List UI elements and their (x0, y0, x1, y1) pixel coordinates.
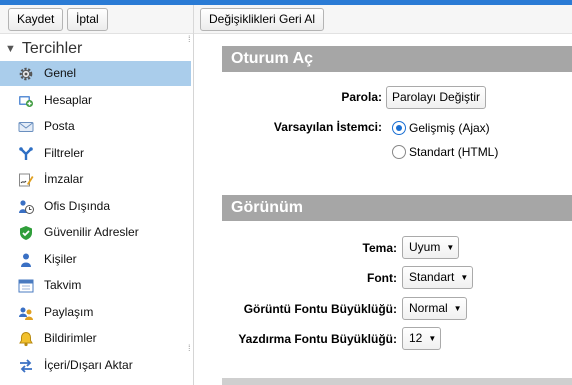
preferences-tree-header[interactable]: ▼ Tercihler (5, 39, 82, 59)
out-of-office-icon (19, 200, 34, 214)
chevron-down-icon: ▼ (428, 334, 437, 343)
preferences-title: Tercihler (21, 40, 83, 57)
theme-select-value: Uyum (409, 240, 441, 254)
display-font-size-select[interactable]: Normal ▼ (402, 297, 467, 320)
person-icon (21, 253, 31, 267)
accounts-icon (19, 96, 33, 107)
bell-icon (19, 331, 33, 347)
next-section-edge (222, 378, 572, 385)
toolbar: Kaydet İptal Değişiklikleri Geri Al (0, 5, 572, 34)
toolbar-divider (193, 5, 194, 34)
default-client-label: Varsayılan İstemci: (273, 120, 382, 134)
revert-changes-button[interactable]: Değişiklikleri Geri Al (200, 8, 325, 31)
preferences-content: Oturum Aç Parola: Parolayı Değiştir Vars… (195, 34, 572, 385)
sidebar-item-general[interactable]: Genel (0, 61, 191, 86)
sidebar-item-trusted-addresses[interactable]: Güvenilir Adresler (0, 220, 191, 245)
sidebar-item-label: Bildirimler (44, 331, 97, 345)
chevron-down-icon: ▼ (453, 304, 462, 313)
display-font-size-value: Normal (409, 301, 448, 315)
collapse-triangle-icon[interactable]: ▼ (5, 39, 16, 59)
sidebar-item-sharing[interactable]: Paylaşım (0, 300, 191, 325)
signature-icon (19, 173, 34, 187)
sidebar-item-import-export[interactable]: İçeri/Dışarı Aktar (0, 353, 191, 378)
theme-label: Tema: (362, 241, 397, 255)
sidebar-item-calendar[interactable]: Takvim (0, 273, 191, 298)
sidebar-item-label: İmzalar (44, 172, 84, 186)
print-font-size-value: 12 (409, 331, 423, 345)
client-standard-radio[interactable] (392, 145, 406, 159)
envelope-icon (18, 122, 34, 132)
filter-icon (19, 147, 33, 160)
sidebar-item-signatures[interactable]: İmzalar (0, 167, 191, 192)
login-section-title: Oturum Aç (222, 46, 572, 72)
sidebar-item-label: Posta (44, 119, 75, 133)
calendar-icon (18, 279, 34, 293)
splitter-grip-bottom[interactable]: ⁞ (188, 344, 194, 353)
import-export-icon (20, 359, 32, 373)
cancel-button[interactable]: İptal (67, 8, 108, 31)
shield-check-icon (20, 226, 32, 240)
appearance-section-title: Görünüm (222, 195, 572, 221)
sharing-icon (19, 307, 33, 320)
client-advanced-radio[interactable] (392, 121, 406, 135)
font-label: Font: (367, 271, 397, 285)
change-password-button[interactable]: Parolayı Değiştir (386, 86, 487, 109)
preferences-sidebar: ▼ Tercihler Genel Hesaplar Posta Filtrele… (0, 34, 194, 385)
theme-select[interactable]: Uyum ▼ (402, 236, 460, 259)
gear-icon (19, 67, 33, 81)
sidebar-item-label: Hesaplar (44, 93, 93, 107)
sidebar-item-contacts[interactable]: Kişiler (0, 247, 191, 272)
splitter-grip-top[interactable]: ⁞ (188, 35, 194, 44)
sidebar-item-label: Güvenilir Adresler (44, 225, 139, 239)
chevron-down-icon: ▼ (446, 243, 455, 252)
sidebar-item-label: Takvim (44, 278, 82, 292)
sidebar-item-label: Filtreler (44, 146, 85, 160)
sidebar-item-filters[interactable]: Filtreler (0, 141, 191, 166)
sidebar-item-label: Paylaşım (44, 305, 94, 319)
client-advanced-label[interactable]: Gelişmiş (Ajax) (409, 121, 490, 135)
password-label: Parola: (341, 90, 382, 104)
sidebar-item-label: Kişiler (44, 252, 77, 266)
save-button[interactable]: Kaydet (8, 8, 64, 31)
display-font-size-label: Görüntü Fontu Büyüklüğü: (243, 302, 397, 316)
sidebar-item-accounts[interactable]: Hesaplar (0, 88, 191, 113)
chevron-down-icon: ▼ (460, 273, 469, 282)
font-select[interactable]: Standart ▼ (402, 266, 474, 289)
sidebar-item-label: Genel (44, 66, 77, 80)
print-font-size-select[interactable]: 12 ▼ (402, 327, 442, 350)
sidebar-item-out-of-office[interactable]: Ofis Dışında (0, 194, 191, 219)
client-standard-label[interactable]: Standart (HTML) (409, 145, 498, 159)
sidebar-item-notifications[interactable]: Bildirimler (0, 326, 191, 351)
font-select-value: Standart (409, 270, 455, 284)
print-font-size-label: Yazdırma Fontu Büyüklüğü: (238, 332, 397, 346)
sidebar-item-label: İçeri/Dışarı Aktar (44, 358, 133, 372)
sidebar-item-label: Ofis Dışında (44, 199, 111, 213)
sidebar-item-mail[interactable]: Posta (0, 114, 191, 139)
